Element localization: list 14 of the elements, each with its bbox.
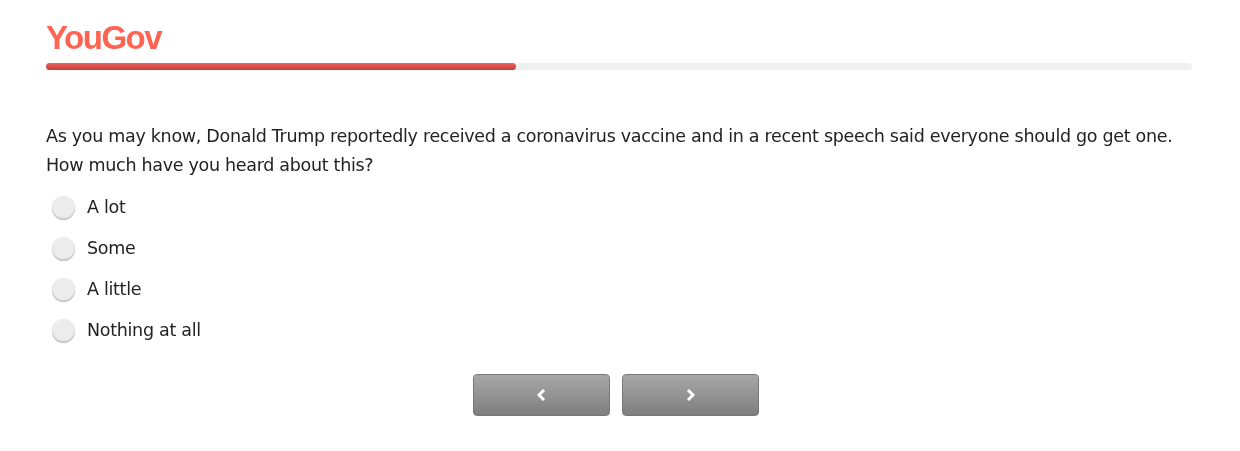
option-label[interactable]: A lot [87,197,126,217]
radio-button[interactable] [52,277,75,301]
radio-button[interactable] [52,318,75,342]
question-text: As you may know, Donald Trump reportedly received a coronavirus vaccine and in a recent speech said everyone should go get one. How much have you heard about this? [46,125,1174,177]
chevron-left-icon [537,389,546,401]
option-label[interactable]: Nothing at all [87,320,201,340]
chevron-right-icon [686,389,695,401]
back-button[interactable] [473,374,610,416]
logo: YouGov [46,18,162,58]
radio-button[interactable] [52,195,75,219]
next-button[interactable] [622,374,759,416]
option-label[interactable]: Some [87,238,136,258]
radio-button[interactable] [52,236,75,260]
option-label[interactable]: A little [87,279,142,299]
